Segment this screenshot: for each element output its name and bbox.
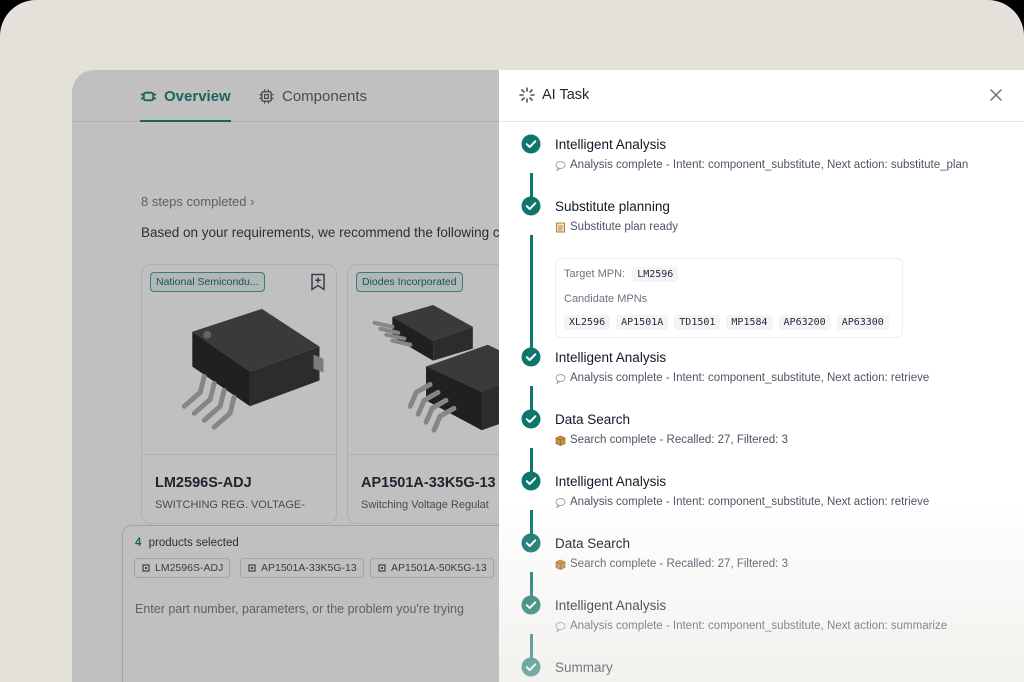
ai-task-panel: AI Task Intelligent Analysis Analysis com… [499, 70, 1024, 682]
step-title: Intelligent Analysis [555, 137, 667, 152]
step-detail: Search complete - Recalled: 27, Filtered… [555, 434, 788, 446]
step-detail-text: Substitute plan ready [570, 221, 679, 233]
candidate-mpn-chip: AP63300 [836, 315, 889, 330]
candidate-mpns-label: Candidate MPNs [564, 293, 648, 305]
check-circle-icon [521, 196, 541, 216]
check-circle-icon [521, 347, 541, 367]
step-title: Intelligent Analysis [555, 350, 667, 365]
candidate-mpn-chip: AP63200 [778, 315, 831, 330]
check-circle-icon [521, 471, 541, 491]
step-detail-text: Analysis complete - Intent: component_su… [570, 496, 930, 508]
step-detail-text: Analysis complete - Intent: component_su… [570, 372, 930, 384]
step-title: Intelligent Analysis [555, 598, 667, 613]
step-detail-text: Analysis complete - Intent: component_su… [570, 620, 948, 632]
timeline-connector [530, 235, 533, 357]
app-window: Overview Components 8 steps completed › … [72, 70, 1024, 682]
step-title: Substitute planning [555, 199, 670, 214]
step-detail: Analysis complete - Intent: component_su… [555, 620, 947, 632]
spinner-icon [519, 87, 535, 103]
screen: Overview Components 8 steps completed › … [0, 0, 1024, 682]
close-icon[interactable] [988, 87, 1004, 103]
candidate-mpn-chip: AP1501A [616, 315, 669, 330]
target-mpn-label: Target MPN: [564, 268, 626, 280]
speech-bubble-icon [555, 373, 566, 384]
check-circle-icon [521, 409, 541, 429]
step-title: Intelligent Analysis [555, 474, 667, 489]
speech-bubble-icon [555, 621, 566, 632]
main-area: Overview Components 8 steps completed › … [72, 70, 543, 682]
substitute-plan-box: Target MPN: LM2596 Candidate MPNs XL2596… [555, 258, 903, 338]
step-detail: Analysis complete - Intent: component_su… [555, 496, 929, 508]
step-title: Data Search [555, 412, 631, 427]
candidate-mpn-chip: XL2596 [564, 315, 611, 330]
package-icon [555, 435, 566, 446]
panel-header: AI Task [499, 70, 1024, 122]
target-mpn-value: LM2596 [632, 267, 679, 282]
step-title: Data Search [555, 536, 631, 551]
candidate-mpn-chip: TD1501 [674, 315, 721, 330]
modal-overlay[interactable] [72, 70, 499, 682]
check-circle-icon [521, 595, 541, 615]
step-detail: Analysis complete - Intent: component_su… [555, 372, 929, 384]
speech-bubble-icon [555, 497, 566, 508]
step-detail: Substitute plan ready [555, 221, 678, 233]
check-circle-icon [521, 134, 541, 154]
step-detail-text: Search complete - Recalled: 27, Filtered… [570, 434, 788, 446]
target-mpn-row: Target MPN: LM2596 [564, 267, 679, 282]
package-icon [555, 559, 566, 570]
check-circle-icon [521, 657, 541, 677]
notepad-icon [556, 222, 565, 232]
step-detail-text: Search complete - Recalled: 27, Filtered… [570, 558, 788, 570]
step-title: Summary [555, 660, 613, 675]
step-detail: Search complete - Recalled: 27, Filtered… [555, 558, 788, 570]
step-detail-text: Analysis complete - Intent: component_su… [570, 159, 969, 171]
candidate-mpn-chip: MP1584 [726, 315, 773, 330]
check-circle-icon [521, 533, 541, 553]
panel-title: AI Task [542, 87, 590, 103]
speech-bubble-icon [555, 160, 566, 171]
candidate-mpn-list: XL2596 AP1501A TD1501 MP1584 AP63200 AP63300 [564, 315, 889, 330]
step-detail: Analysis complete - Intent: component_su… [555, 159, 968, 171]
